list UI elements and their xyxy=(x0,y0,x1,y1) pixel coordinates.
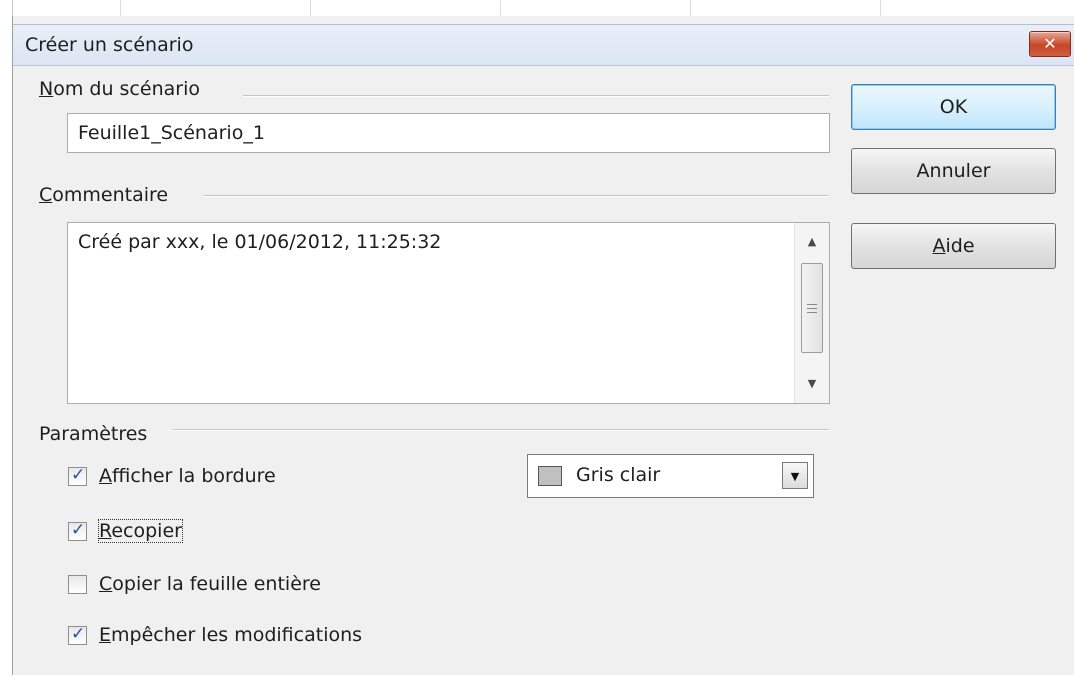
help-button[interactable]: Aide xyxy=(851,223,1056,269)
close-button[interactable]: ✕ xyxy=(1029,31,1071,57)
create-scenario-dialog: Créer un scénario ✕ Nom du scénario Comm… xyxy=(12,16,1074,675)
grip-line xyxy=(807,304,817,305)
grid-line xyxy=(310,0,311,16)
settings-label: Paramètres xyxy=(39,423,156,445)
spreadsheet-header-background xyxy=(0,0,1074,17)
dialog-title: Créer un scénario xyxy=(25,34,194,56)
scenario-name-separator xyxy=(243,95,829,97)
comment-text: Créé par xxx, le 01/06/2012, 11:25:32 xyxy=(78,231,442,253)
scenario-name-label: Nom du scénario xyxy=(39,78,208,100)
grid-line xyxy=(690,0,691,16)
comment-scrollbar[interactable]: ▲ ▼ xyxy=(794,223,829,403)
copy-back-label[interactable]: Recopier xyxy=(98,519,183,543)
check-icon: ✓ xyxy=(71,624,86,644)
settings-separator xyxy=(173,429,829,431)
ok-button[interactable]: OK xyxy=(851,84,1056,130)
comment-label: Commentaire xyxy=(39,184,177,206)
copy-entire-sheet-checkbox[interactable] xyxy=(68,575,87,594)
scroll-up-icon[interactable]: ▲ xyxy=(795,225,829,259)
copy-entire-sheet-label[interactable]: Copier la feuille entière xyxy=(99,573,321,595)
copy-back-checkbox[interactable]: ✓ xyxy=(68,520,87,541)
border-color-value: Gris clair xyxy=(576,464,661,486)
check-icon: ✓ xyxy=(71,465,86,485)
show-border-label[interactable]: Afficher la bordure xyxy=(99,465,276,487)
comment-separator xyxy=(203,195,829,197)
cancel-button[interactable]: Annuler xyxy=(851,148,1056,194)
border-color-dropdown[interactable]: Gris clair ▼ xyxy=(527,454,814,498)
chevron-down-icon[interactable]: ▼ xyxy=(782,462,808,489)
window: Créer un scénario ✕ Nom du scénario Comm… xyxy=(0,0,1074,675)
prevent-changes-checkbox[interactable]: ✓ xyxy=(68,624,87,645)
color-swatch xyxy=(538,466,562,486)
title-bar[interactable]: Créer un scénario ✕ xyxy=(13,24,1074,66)
prevent-changes-label[interactable]: Empêcher les modifications xyxy=(99,624,362,646)
comment-textarea[interactable]: Créé par xxx, le 01/06/2012, 11:25:32 ▲ … xyxy=(67,222,830,404)
grid-line xyxy=(120,0,121,16)
scenario-name-input[interactable] xyxy=(67,113,830,153)
show-border-checkbox[interactable]: ✓ xyxy=(68,465,87,486)
grid-line xyxy=(500,0,501,16)
grip-line xyxy=(807,308,817,309)
grid-line xyxy=(880,0,881,16)
close-icon: ✕ xyxy=(1043,34,1057,53)
scroll-down-icon[interactable]: ▼ xyxy=(795,367,829,401)
grip-line xyxy=(807,312,817,313)
check-icon: ✓ xyxy=(71,520,86,540)
scroll-thumb[interactable] xyxy=(801,263,823,353)
